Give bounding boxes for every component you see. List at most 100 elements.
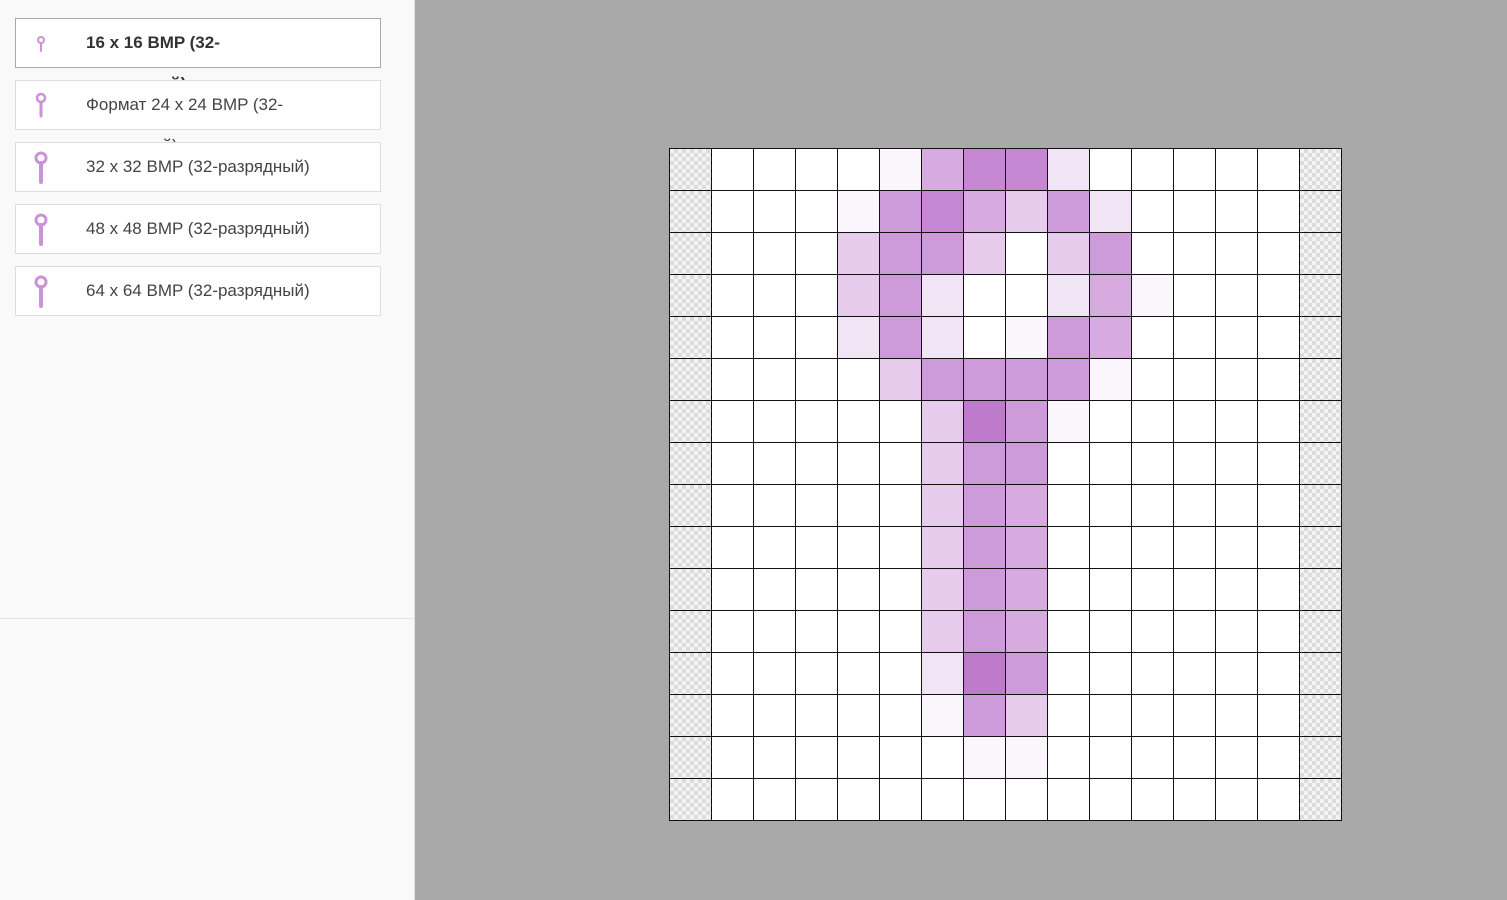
pixel-grid[interactable] — [669, 148, 1342, 821]
pixel-cell[interactable] — [712, 191, 753, 232]
pixel-cell[interactable] — [922, 233, 963, 274]
pixel-cell[interactable] — [1174, 359, 1215, 400]
pixel-cell[interactable] — [670, 191, 711, 232]
pixel-cell[interactable] — [1216, 359, 1257, 400]
pixel-cell[interactable] — [838, 569, 879, 610]
pixel-cell[interactable] — [1048, 695, 1089, 736]
pixel-cell[interactable] — [1216, 485, 1257, 526]
pixel-cell[interactable] — [754, 149, 795, 190]
pixel-cell[interactable] — [670, 443, 711, 484]
pixel-cell[interactable] — [1216, 611, 1257, 652]
pixel-cell[interactable] — [838, 611, 879, 652]
pixel-cell[interactable] — [712, 317, 753, 358]
pixel-cell[interactable] — [1258, 485, 1299, 526]
pixel-cell[interactable] — [880, 695, 921, 736]
pixel-cell[interactable] — [838, 737, 879, 778]
pixel-cell[interactable] — [1216, 233, 1257, 274]
pixel-cell[interactable] — [1006, 191, 1047, 232]
pixel-cell[interactable] — [964, 653, 1005, 694]
pixel-cell[interactable] — [880, 737, 921, 778]
pixel-cell[interactable] — [964, 191, 1005, 232]
pixel-cell[interactable] — [1090, 233, 1131, 274]
pixel-cell[interactable] — [1216, 317, 1257, 358]
pixel-cell[interactable] — [1006, 485, 1047, 526]
pixel-cell[interactable] — [1300, 527, 1341, 568]
pixel-cell[interactable] — [1174, 443, 1215, 484]
pixel-cell[interactable] — [1006, 317, 1047, 358]
pixel-cell[interactable] — [670, 359, 711, 400]
pixel-cell[interactable] — [880, 485, 921, 526]
pixel-cell[interactable] — [1300, 233, 1341, 274]
pixel-cell[interactable] — [796, 149, 837, 190]
pixel-cell[interactable] — [1090, 779, 1131, 820]
pixel-cell[interactable] — [670, 527, 711, 568]
pixel-cell[interactable] — [1258, 611, 1299, 652]
pixel-cell[interactable] — [964, 611, 1005, 652]
format-item-32[interactable]: 32 x 32 BMP (32-разрядный) — [15, 142, 381, 192]
pixel-cell[interactable] — [964, 317, 1005, 358]
pixel-cell[interactable] — [1090, 485, 1131, 526]
pixel-cell[interactable] — [712, 401, 753, 442]
pixel-cell[interactable] — [1090, 653, 1131, 694]
pixel-cell[interactable] — [796, 737, 837, 778]
format-item-64[interactable]: 64 x 64 BMP (32-разрядный) — [15, 266, 381, 316]
pixel-cell[interactable] — [1300, 443, 1341, 484]
pixel-cell[interactable] — [964, 401, 1005, 442]
pixel-cell[interactable] — [922, 527, 963, 568]
pixel-cell[interactable] — [1090, 443, 1131, 484]
pixel-cell[interactable] — [670, 779, 711, 820]
pixel-cell[interactable] — [1258, 191, 1299, 232]
pixel-cell[interactable] — [1132, 737, 1173, 778]
pixel-cell[interactable] — [670, 737, 711, 778]
pixel-cell[interactable] — [964, 779, 1005, 820]
pixel-cell[interactable] — [964, 275, 1005, 316]
pixel-cell[interactable] — [880, 359, 921, 400]
pixel-cell[interactable] — [1090, 611, 1131, 652]
pixel-cell[interactable] — [670, 233, 711, 274]
pixel-cell[interactable] — [1132, 233, 1173, 274]
pixel-cell[interactable] — [1216, 653, 1257, 694]
pixel-cell[interactable] — [1300, 653, 1341, 694]
pixel-cell[interactable] — [964, 569, 1005, 610]
pixel-cell[interactable] — [754, 233, 795, 274]
pixel-cell[interactable] — [670, 485, 711, 526]
pixel-cell[interactable] — [880, 527, 921, 568]
pixel-cell[interactable] — [1048, 485, 1089, 526]
pixel-cell[interactable] — [922, 779, 963, 820]
pixel-cell[interactable] — [670, 695, 711, 736]
pixel-cell[interactable] — [1300, 149, 1341, 190]
pixel-cell[interactable] — [1216, 401, 1257, 442]
pixel-cell[interactable] — [1132, 527, 1173, 568]
pixel-cell[interactable] — [670, 275, 711, 316]
pixel-cell[interactable] — [754, 569, 795, 610]
pixel-cell[interactable] — [964, 527, 1005, 568]
pixel-cell[interactable] — [1300, 485, 1341, 526]
pixel-cell[interactable] — [1090, 359, 1131, 400]
pixel-cell[interactable] — [1216, 275, 1257, 316]
pixel-cell[interactable] — [796, 527, 837, 568]
pixel-cell[interactable] — [1006, 401, 1047, 442]
pixel-cell[interactable] — [964, 485, 1005, 526]
pixel-cell[interactable] — [796, 569, 837, 610]
pixel-cell[interactable] — [1216, 779, 1257, 820]
pixel-cell[interactable] — [1090, 569, 1131, 610]
pixel-cell[interactable] — [1132, 191, 1173, 232]
pixel-cell[interactable] — [1006, 653, 1047, 694]
pixel-cell[interactable] — [796, 359, 837, 400]
pixel-cell[interactable] — [922, 401, 963, 442]
pixel-cell[interactable] — [880, 275, 921, 316]
pixel-cell[interactable] — [1258, 149, 1299, 190]
pixel-cell[interactable] — [670, 149, 711, 190]
pixel-cell[interactable] — [1258, 653, 1299, 694]
pixel-cell[interactable] — [1258, 359, 1299, 400]
pixel-cell[interactable] — [1132, 485, 1173, 526]
pixel-cell[interactable] — [754, 653, 795, 694]
pixel-cell[interactable] — [1048, 737, 1089, 778]
pixel-cell[interactable] — [754, 737, 795, 778]
pixel-cell[interactable] — [1174, 401, 1215, 442]
pixel-cell[interactable] — [754, 443, 795, 484]
pixel-cell[interactable] — [1006, 149, 1047, 190]
pixel-cell[interactable] — [922, 359, 963, 400]
pixel-cell[interactable] — [1258, 779, 1299, 820]
pixel-cell[interactable] — [922, 149, 963, 190]
